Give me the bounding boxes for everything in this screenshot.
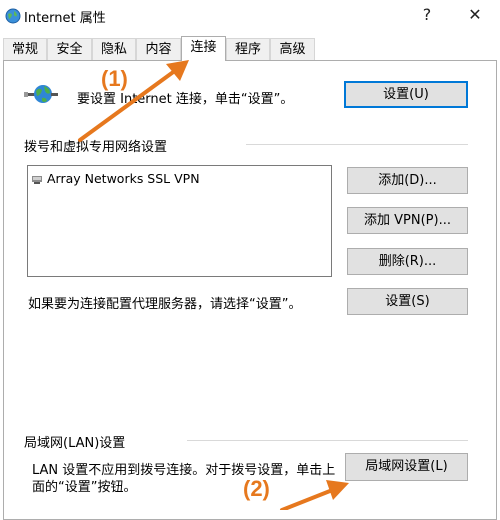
window-title: Internet 属性 bbox=[24, 11, 106, 26]
title-bar: Internet 属性 ? ✕ bbox=[0, 0, 500, 32]
dialup-section-divider bbox=[246, 144, 468, 145]
lan-section-divider bbox=[187, 440, 468, 441]
lan-section-title: 局域网(LAN)设置 bbox=[24, 436, 126, 451]
dialup-section-title: 拨号和虚拟专用网络设置 bbox=[24, 140, 168, 155]
lan-description-line2: 面的“设置”按钮。 bbox=[32, 480, 137, 495]
tab-connections[interactable]: 连接 bbox=[181, 36, 226, 61]
proxy-description: 如果要为连接配置代理服务器，请选择“设置”。 bbox=[28, 297, 302, 312]
help-button[interactable]: ? bbox=[404, 0, 450, 32]
tab-advanced[interactable]: 高级 bbox=[270, 38, 315, 60]
list-item[interactable]: Array Networks SSL VPN bbox=[31, 170, 200, 186]
close-icon: ✕ bbox=[468, 5, 482, 24]
tab-programs[interactable]: 程序 bbox=[226, 38, 270, 60]
vpn-connection-icon bbox=[31, 173, 43, 185]
internet-globe-icon bbox=[5, 8, 21, 24]
lan-settings-button[interactable]: 局域网设置(L) bbox=[345, 453, 468, 481]
tab-security[interactable]: 安全 bbox=[47, 38, 92, 60]
remove-connection-button[interactable]: 删除(R)... bbox=[347, 248, 468, 275]
tab-content[interactable]: 内容 bbox=[136, 38, 181, 60]
add-connection-button[interactable]: 添加(D)... bbox=[347, 167, 468, 194]
proxy-settings-button[interactable]: 设置(S) bbox=[347, 288, 468, 315]
close-button[interactable]: ✕ bbox=[452, 0, 498, 32]
step1-annotation: (1) bbox=[101, 66, 128, 91]
tab-general[interactable]: 常规 bbox=[3, 38, 47, 60]
list-item-label: Array Networks SSL VPN bbox=[46, 171, 200, 186]
setup-button[interactable]: 设置(U) bbox=[344, 81, 468, 108]
connection-list[interactable]: Array Networks SSL VPN bbox=[27, 165, 332, 277]
help-icon: ? bbox=[422, 5, 432, 24]
step2-annotation: (2) bbox=[243, 476, 270, 501]
tab-privacy[interactable]: 隐私 bbox=[92, 38, 136, 60]
add-vpn-button[interactable]: 添加 VPN(P)... bbox=[347, 207, 468, 234]
network-setup-icon bbox=[24, 82, 58, 108]
